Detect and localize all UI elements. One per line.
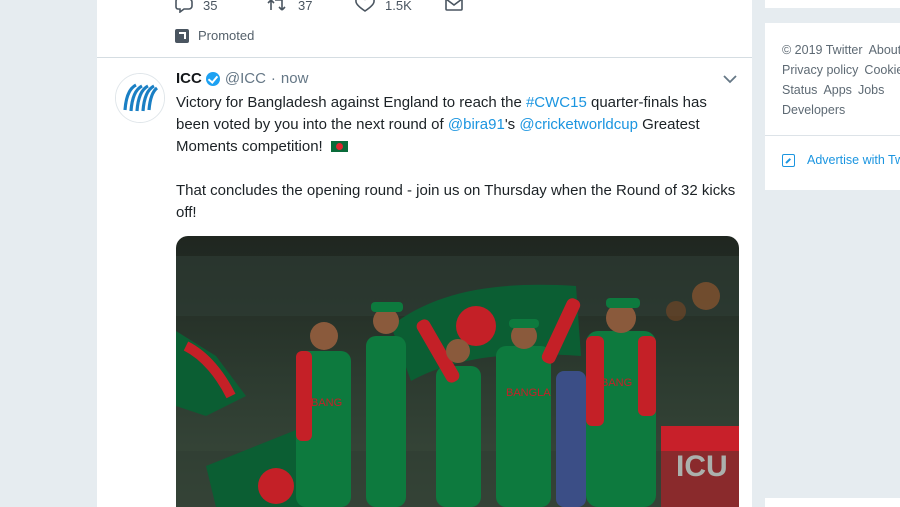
svg-text:BANG: BANG (601, 377, 632, 389)
tweet-paragraph-2: That concludes the opening round - join … (176, 182, 736, 221)
footer-link-status[interactable]: Status (782, 83, 817, 97)
dm-icon (445, 0, 463, 11)
dm-button[interactable] (445, 0, 463, 11)
reply-button[interactable]: 35 (175, 0, 217, 13)
author-name[interactable]: ICC (176, 70, 202, 87)
advertise-icon (782, 153, 795, 167)
author-handle[interactable]: @ICC (225, 70, 266, 87)
sidebar-bottom-card (765, 498, 900, 507)
mention-link-bira91[interactable]: @bira91 (448, 116, 505, 133)
text-segment: Victory for Bangladesh against England t… (176, 94, 526, 111)
celebration-photo: ICU BANG BANGLA BANG (176, 236, 739, 507)
verified-icon (205, 71, 220, 86)
footer-link-apps[interactable]: Apps (823, 83, 852, 97)
tweet-header: ICC @ICC · now (176, 70, 308, 87)
svg-text:BANG: BANG (311, 397, 342, 409)
sidebar-top-card (765, 0, 900, 8)
advertise-link[interactable]: Advertise with Twitter (782, 153, 900, 167)
footer-copyright: © 2019 Twitter (782, 43, 863, 57)
promoted-label: Promoted (198, 28, 255, 43)
sidebar-divider (765, 135, 900, 136)
retweet-count: 37 (298, 0, 313, 13)
footer-row-3: Status Apps Jobs (782, 80, 900, 100)
tweet-paragraph-1: Victory for Bangladesh against England t… (176, 92, 736, 158)
header-separator: · (270, 70, 276, 87)
promoted-icon (175, 28, 189, 43)
avatar[interactable] (115, 73, 165, 123)
svg-text:BANGLA: BANGLA (506, 387, 551, 399)
footer-link-cookies[interactable]: Cookies (864, 63, 900, 77)
tweet-media-image[interactable]: ICU BANG BANGLA BANG (176, 236, 739, 507)
footer-row-4: Developers (782, 100, 900, 120)
like-icon (355, 0, 375, 12)
hashtag-link[interactable]: #CWC15 (526, 94, 587, 111)
footer-links: © 2019 Twitter About Privacy policy Cookie… (782, 40, 900, 120)
text-segment: 's (504, 116, 520, 133)
reply-icon (175, 0, 193, 13)
footer-link-about[interactable]: About (869, 43, 900, 57)
flag-bangladesh-icon (330, 141, 348, 152)
footer-link-developers[interactable]: Developers (782, 103, 845, 117)
tweet-timestamp[interactable]: now (281, 70, 309, 87)
footer-link-jobs[interactable]: Jobs (858, 83, 884, 97)
prev-tweet-actions: 35 37 1.5K (175, 0, 575, 14)
retweet-icon (267, 0, 286, 11)
tweet-divider (97, 57, 752, 58)
like-button[interactable]: 1.5K (355, 0, 412, 13)
tweet-text: Victory for Bangladesh against England t… (176, 92, 736, 224)
like-count: 1.5K (385, 0, 412, 13)
reply-count: 35 (203, 0, 218, 13)
footer-link-privacy[interactable]: Privacy policy (782, 63, 858, 77)
footer-row-2: Privacy policy Cookies (782, 60, 900, 80)
icc-logo-icon (116, 74, 164, 122)
promoted-indicator: Promoted (175, 28, 254, 43)
chevron-down-icon[interactable] (722, 73, 738, 85)
mention-link-cricketworldcup[interactable]: @cricketworldcup (519, 116, 638, 133)
footer-row-1: © 2019 Twitter About (782, 40, 900, 60)
retweet-button[interactable]: 37 (266, 0, 312, 13)
advertise-label: Advertise with Twitter (807, 153, 900, 167)
